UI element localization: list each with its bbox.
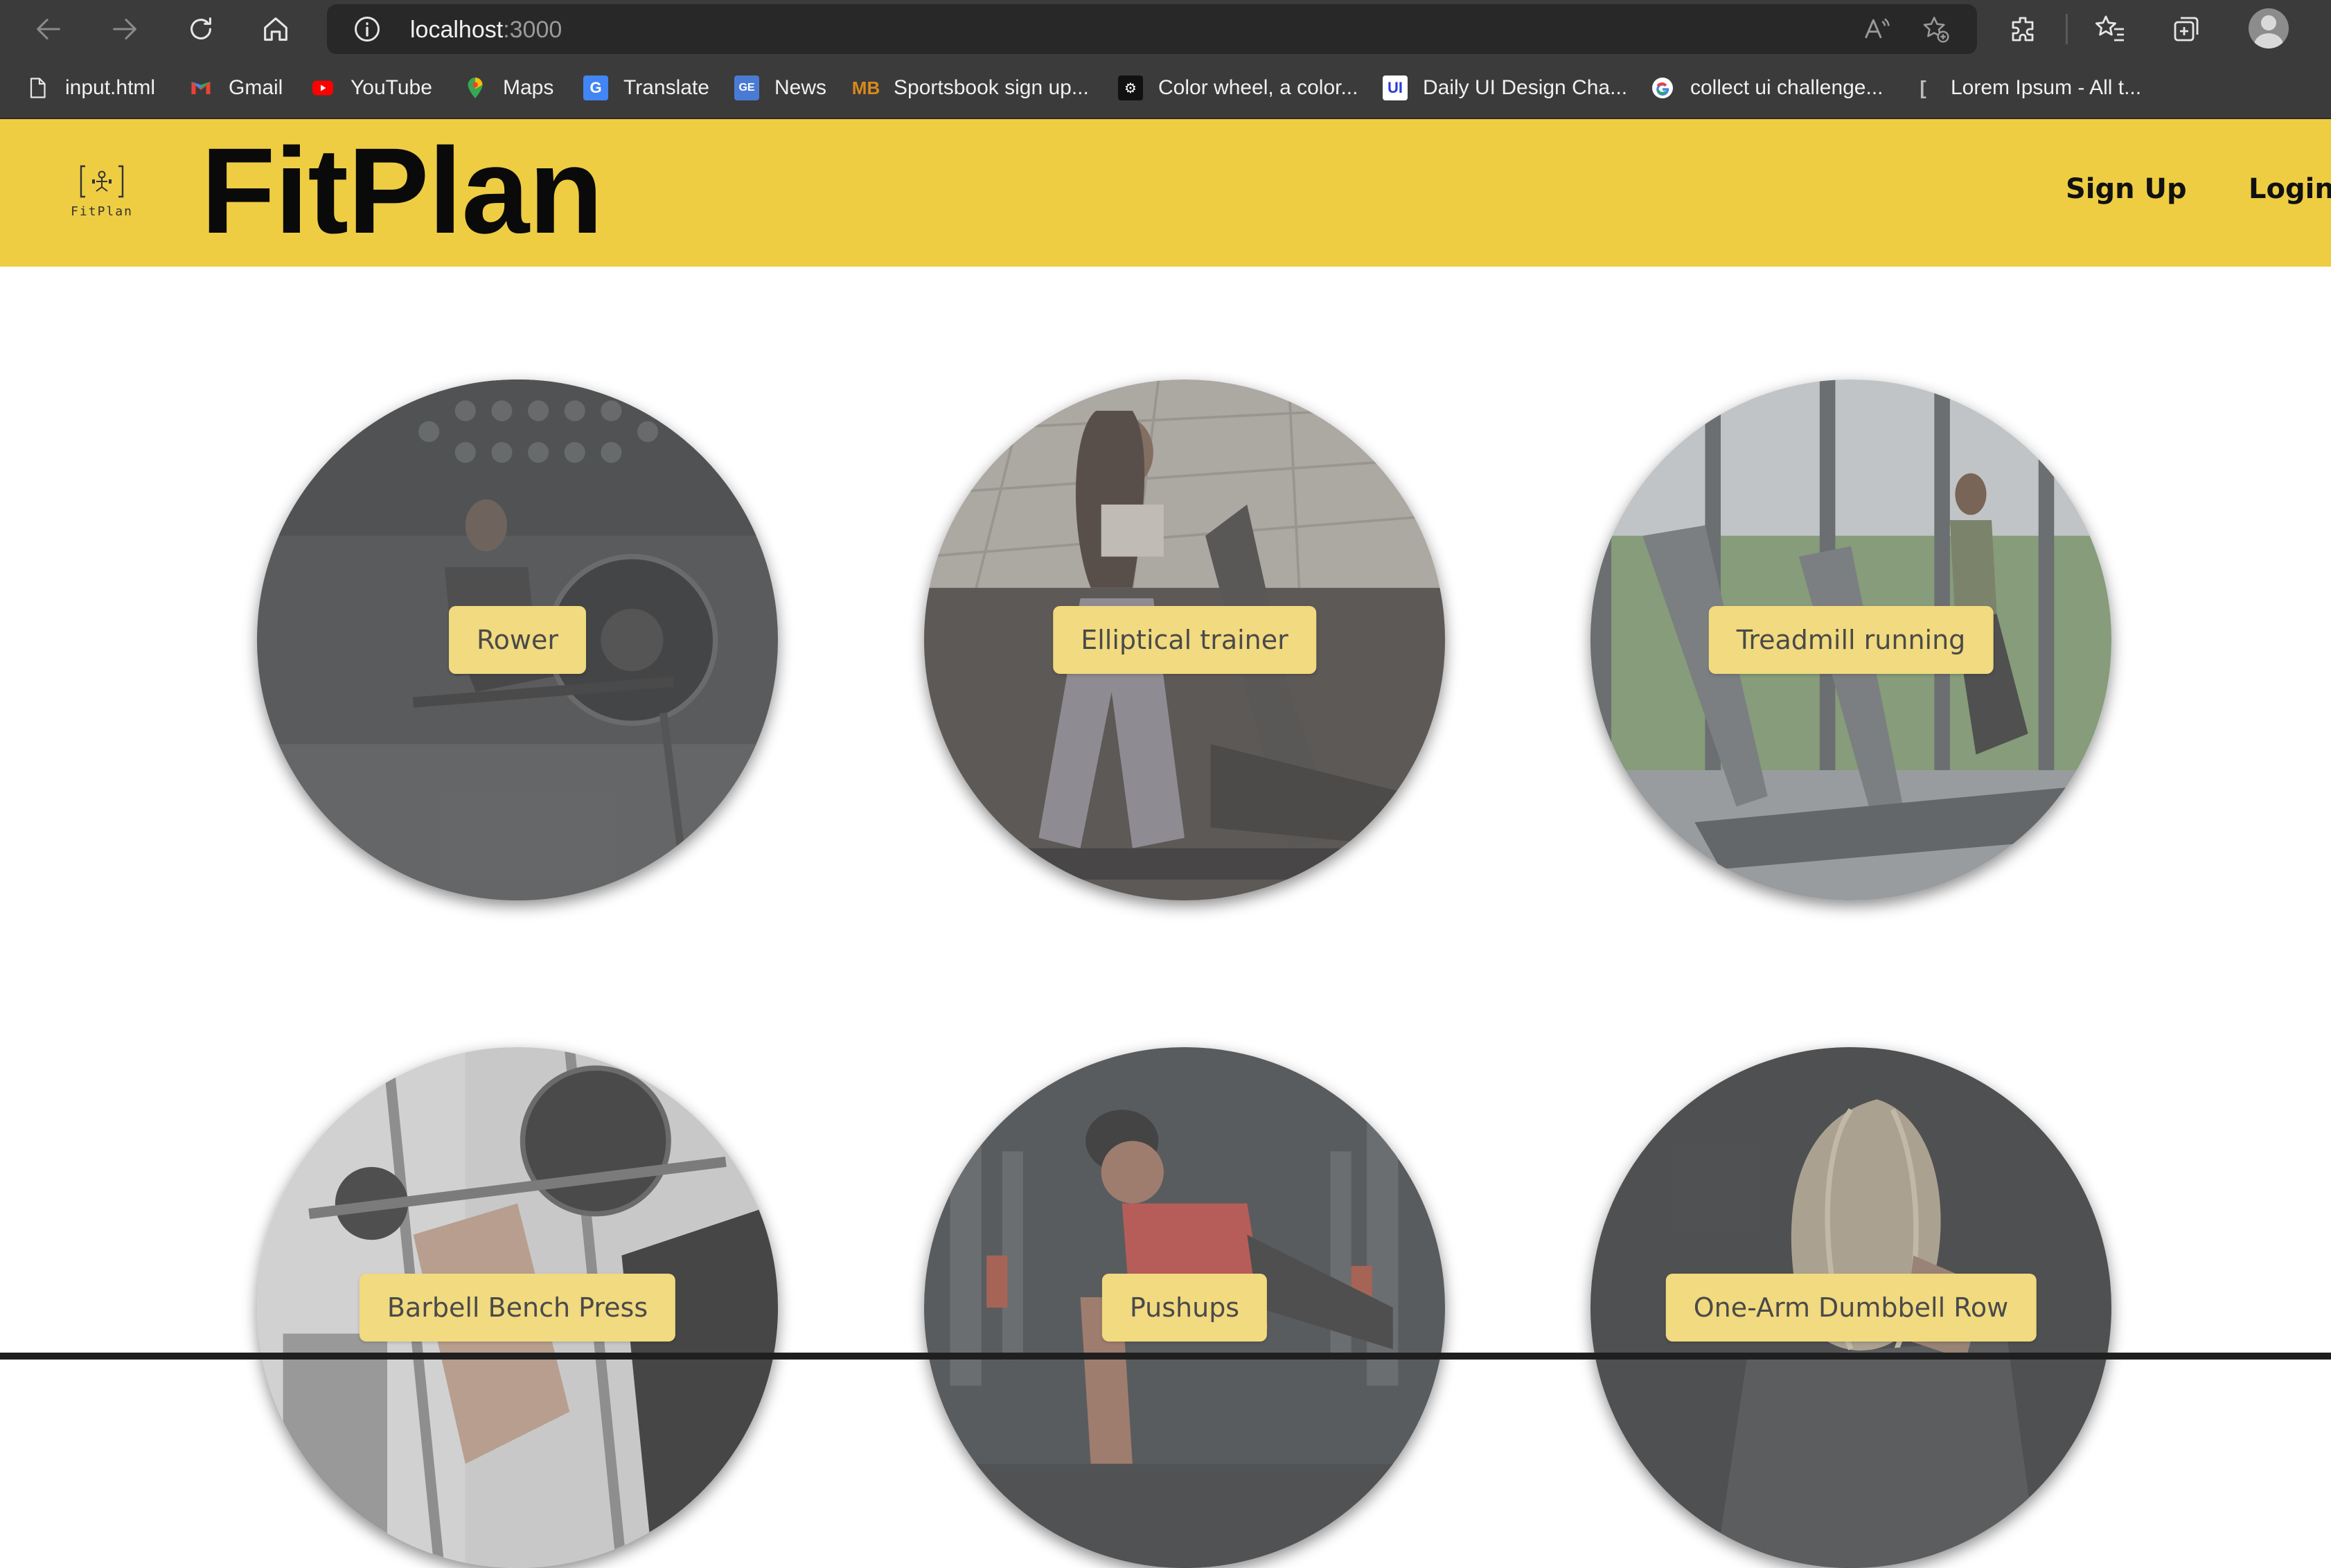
bookmark-lorem-ipsum[interactable]: [ Lorem Ipsum - All t... — [1911, 72, 2141, 104]
file-icon — [25, 75, 50, 100]
bookmark-sportsbook[interactable]: MB Sportsbook sign up... — [851, 72, 1089, 104]
bookmarks-bar: input.html Gmail YouTube Maps G Translat… — [0, 58, 2331, 119]
forward-button[interactable] — [101, 6, 148, 53]
bookmark-label: Daily UI Design Cha... — [1423, 76, 1628, 99]
youtube-icon — [310, 75, 335, 100]
home-button[interactable] — [252, 6, 299, 53]
sportsbook-icon: MB — [851, 77, 880, 98]
profile-avatar[interactable] — [2249, 8, 2289, 48]
bookmark-label: News — [774, 76, 827, 99]
bookmark-label: Sportsbook sign up... — [894, 76, 1089, 99]
toolbar-separator — [2066, 14, 2068, 44]
daily-ui-icon: UI — [1383, 75, 1408, 100]
bookmark-daily-ui[interactable]: UI Daily UI Design Cha... — [1383, 72, 1627, 104]
extensions-icon[interactable] — [2008, 12, 2041, 46]
address-host-text: localhost — [410, 17, 504, 43]
reload-button[interactable] — [177, 6, 224, 53]
site-header: FitPlan FitPlan Sign Up Login — [0, 119, 2331, 267]
exercise-label[interactable]: Pushups — [1101, 1274, 1268, 1342]
translate-icon: G — [583, 75, 608, 100]
reload-icon — [190, 17, 211, 39]
bookmark-label: Color wheel, a color... — [1158, 76, 1358, 99]
gmail-icon — [188, 75, 213, 100]
exercise-label[interactable]: Elliptical trainer — [1053, 606, 1316, 674]
exercise-label[interactable]: Treadmill running — [1708, 606, 1994, 674]
bookmark-label: Translate — [623, 76, 709, 99]
forward-arrow-icon — [113, 19, 136, 39]
color-wheel-icon: ⚙ — [1118, 75, 1143, 100]
address-url[interactable]: localhost:3000 — [410, 17, 562, 44]
lorem-icon: [ — [1920, 77, 1926, 98]
exercise-card-rower[interactable]: Rower — [257, 380, 778, 900]
site-info-icon[interactable] — [352, 14, 382, 44]
back-arrow-icon — [37, 19, 60, 39]
favorites-icon[interactable] — [2093, 12, 2127, 46]
avatar-head-shape — [2261, 15, 2276, 30]
bookmark-label: Gmail — [229, 76, 283, 99]
collections-icon[interactable] — [2170, 12, 2203, 46]
news-icon: GE — [734, 75, 759, 100]
home-icon — [264, 17, 287, 41]
signup-link[interactable]: Sign Up — [2066, 173, 2187, 205]
bookmark-label: Lorem Ipsum - All t... — [1951, 76, 2142, 99]
logo-text: FitPlan — [71, 204, 133, 219]
exercise-card-treadmill-running[interactable]: Treadmill running — [1590, 380, 2111, 900]
address-bar[interactable]: localhost:3000 — [327, 4, 1977, 54]
add-favorite-icon[interactable] — [1920, 14, 1951, 44]
bookmark-youtube[interactable]: YouTube — [310, 72, 432, 104]
bookmark-label: YouTube — [351, 76, 432, 99]
window-bottom-edge — [0, 1353, 2331, 1360]
bookmark-color-wheel[interactable]: ⚙ Color wheel, a color... — [1118, 72, 1358, 104]
back-button[interactable] — [25, 6, 72, 53]
address-port-text: :3000 — [503, 17, 562, 43]
login-link[interactable]: Login — [2249, 173, 2331, 205]
exercise-card-one-arm-dumbbell-row[interactable]: One-Arm Dumbbell Row — [1590, 1047, 2111, 1568]
brand-title: FitPlan — [201, 123, 603, 259]
exercise-label[interactable]: One-Arm Dumbbell Row — [1665, 1274, 2037, 1342]
bookmark-label: Maps — [503, 76, 554, 99]
bookmark-input-html[interactable]: input.html — [25, 72, 155, 104]
site-logo[interactable]: FitPlan — [64, 162, 140, 224]
avatar-shoulders-shape — [2254, 33, 2283, 48]
exercise-label[interactable]: Barbell Bench Press — [359, 1274, 676, 1342]
bookmark-translate[interactable]: G Translate — [583, 72, 709, 104]
bookmark-news[interactable]: GE News — [734, 72, 826, 104]
bookmark-collect-ui[interactable]: collect ui challenge... — [1650, 72, 1884, 104]
bookmark-gmail[interactable]: Gmail — [188, 72, 283, 104]
bookmark-label: input.html — [65, 76, 156, 99]
browser-toolbar: localhost:3000 — [0, 0, 2331, 58]
bookmark-label: collect ui challenge... — [1690, 76, 1884, 99]
bookmark-maps[interactable]: Maps — [463, 72, 553, 104]
exercise-card-barbell-bench-press[interactable]: Barbell Bench Press — [257, 1047, 778, 1568]
exercise-card-pushups[interactable]: Pushups — [924, 1047, 1445, 1568]
read-aloud-icon[interactable] — [1861, 14, 1891, 44]
google-icon — [1650, 75, 1675, 100]
exercise-label[interactable]: Rower — [448, 606, 587, 674]
fitplan-logo-icon — [80, 165, 124, 198]
exercise-card-elliptical-trainer[interactable]: Elliptical trainer — [924, 380, 1445, 900]
maps-icon — [463, 75, 488, 100]
